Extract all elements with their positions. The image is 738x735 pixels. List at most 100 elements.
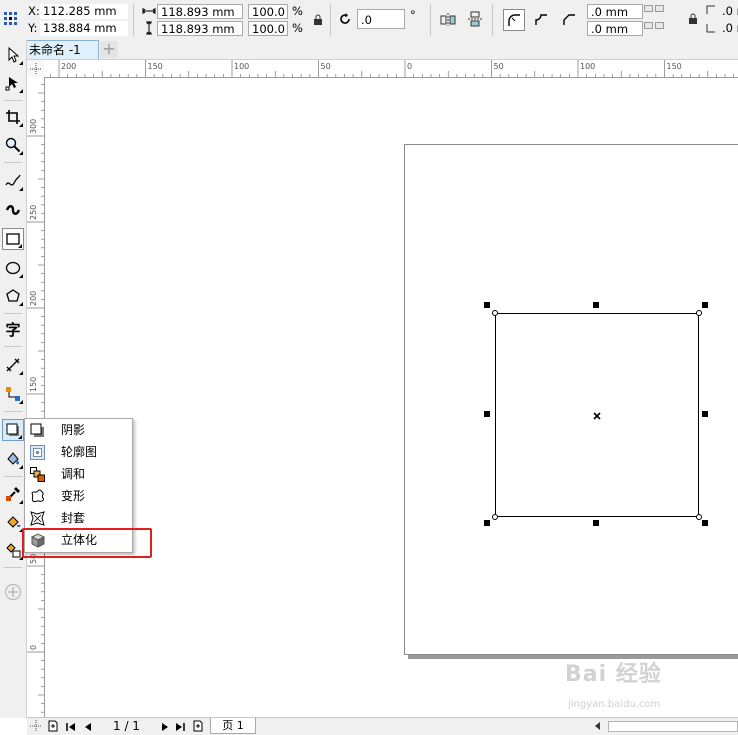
ruler-label: 50: [494, 62, 504, 71]
selection-handle[interactable]: [593, 520, 599, 526]
corner-radius-bottom-right[interactable]: .0 r: [722, 21, 738, 36]
ruler-label: 300: [29, 119, 38, 134]
scroll-left-icon[interactable]: [593, 720, 603, 735]
corner-top-icon: [704, 3, 718, 17]
polygon-tool-button[interactable]: [2, 285, 24, 307]
flyout-item-label: 变形: [61, 489, 86, 503]
previous-page-icon[interactable]: [84, 721, 92, 735]
page-tab[interactable]: 页 1: [210, 718, 256, 734]
ruler-label: 150: [667, 62, 682, 71]
fill-tool-button[interactable]: [2, 511, 24, 533]
object-origin-icon[interactable]: [2, 10, 20, 28]
watermark: Bai 经验: [565, 656, 662, 688]
lock-corners-icon[interactable]: [684, 10, 702, 28]
flyout-item-contour[interactable]: 轮廓图: [25, 441, 130, 463]
corner-radius-bottom-left[interactable]: .0 mm: [587, 21, 643, 36]
separator: [330, 4, 331, 36]
scalloped-corner-icon[interactable]: [532, 10, 550, 28]
chamfered-corner-icon[interactable]: [560, 10, 578, 28]
ruler-label: 150: [29, 377, 38, 392]
selection-handle[interactable]: [702, 302, 708, 308]
x-position-field[interactable]: 112.285 mm: [40, 4, 128, 19]
connector-tool-button[interactable]: [2, 383, 24, 405]
shape-tool-button[interactable]: [2, 72, 24, 94]
pick-tool-button[interactable]: [2, 44, 24, 66]
ruler-origin[interactable]: [27, 60, 45, 78]
add-tool-button[interactable]: [2, 581, 24, 603]
ruler-label: 50: [321, 62, 331, 71]
flyout-item-drop-shadow[interactable]: 阴影: [25, 419, 130, 441]
flyout-item-label: 阴影: [61, 423, 86, 437]
ellipse-tool-button[interactable]: [2, 257, 24, 279]
flyout-item-blend[interactable]: 调和: [25, 463, 130, 485]
first-page-icon[interactable]: [66, 721, 76, 735]
rotation-field[interactable]: .0: [357, 9, 405, 29]
mirror-vertical-icon[interactable]: [466, 10, 484, 28]
height-field[interactable]: 118.893 mm: [157, 21, 243, 36]
width-icon: [141, 3, 157, 19]
blend-icon: [29, 466, 45, 482]
scale-y-field[interactable]: 100.0: [248, 21, 288, 36]
height-icon: [141, 20, 157, 36]
corner-node[interactable]: [492, 514, 498, 520]
width-field[interactable]: 118.893 mm: [157, 4, 243, 19]
property-bar: X: 112.285 mm Y: 138.884 mm 118.893 mm 1…: [0, 0, 738, 41]
add-document-tab-button[interactable]: +: [100, 41, 118, 58]
selection-handle[interactable]: [484, 520, 490, 526]
crop-tool-button[interactable]: [2, 106, 24, 128]
scale-x-field[interactable]: 100.0: [248, 4, 288, 19]
y-label: Y:: [28, 21, 38, 35]
flyout-item-envelope[interactable]: 封套: [25, 507, 130, 529]
page-counter: 1 / 1: [113, 719, 140, 733]
distort-icon: [29, 488, 45, 504]
toolbox: 字: [0, 40, 27, 718]
corner-bottom-icon: [704, 21, 718, 35]
mirror-horizontal-icon[interactable]: [439, 10, 457, 28]
last-page-icon[interactable]: [175, 721, 185, 735]
envelope-icon: [29, 510, 45, 526]
ruler-label: 0: [407, 62, 412, 71]
selection-handle[interactable]: [593, 302, 599, 308]
page-options-corner-icon[interactable]: [27, 717, 44, 735]
freehand-tool-button[interactable]: [2, 170, 24, 192]
document-tab[interactable]: 未命名 -1: [24, 40, 99, 59]
selection-handle[interactable]: [484, 302, 490, 308]
flyout-item-label: 轮廓图: [61, 445, 98, 459]
smart-fill-tool-button[interactable]: [2, 539, 24, 561]
y-position-field[interactable]: 138.884 mm: [40, 21, 128, 36]
text-tool-button[interactable]: 字: [2, 318, 24, 340]
separator: [430, 4, 431, 36]
dimension-tool-button[interactable]: [2, 354, 24, 376]
spin-button[interactable]: [655, 5, 664, 12]
flyout-item-label: 调和: [61, 467, 86, 481]
next-page-icon[interactable]: [161, 721, 169, 735]
zoom-tool-button[interactable]: [2, 134, 24, 156]
transparency-tool-button[interactable]: [2, 448, 24, 470]
selection-handle[interactable]: [702, 520, 708, 526]
flyout-item-distort[interactable]: 变形: [25, 485, 130, 507]
round-corner-icon[interactable]: [503, 9, 525, 31]
highlight-box: [22, 528, 152, 558]
eyedropper-tool-button[interactable]: [2, 483, 24, 505]
insert-page-before-icon[interactable]: [47, 720, 59, 735]
selection-handle[interactable]: [484, 411, 490, 417]
rectangle-tool-button[interactable]: [2, 228, 24, 250]
spin-button[interactable]: [644, 5, 653, 12]
corner-radius-top-right[interactable]: .0 r: [722, 4, 738, 19]
interactive-effects-tool-button[interactable]: [2, 419, 24, 441]
separator: [492, 4, 493, 36]
corner-radius-top-left[interactable]: .0 mm: [587, 4, 643, 19]
spin-button[interactable]: [655, 22, 664, 29]
degree-label: °: [410, 8, 416, 22]
horizontal-scrollbar[interactable]: [608, 721, 738, 732]
separator: [133, 4, 134, 36]
selection-handle[interactable]: [702, 411, 708, 417]
percent-label: %: [292, 21, 303, 35]
corner-node[interactable]: [696, 310, 702, 316]
artistic-media-tool-button[interactable]: [2, 198, 24, 220]
spin-button[interactable]: [644, 22, 653, 29]
lock-ratio-icon[interactable]: [309, 11, 327, 29]
corner-node[interactable]: [492, 310, 498, 316]
insert-page-after-icon[interactable]: [192, 720, 204, 735]
watermark-url: jingyan.baidu.com: [568, 699, 661, 710]
